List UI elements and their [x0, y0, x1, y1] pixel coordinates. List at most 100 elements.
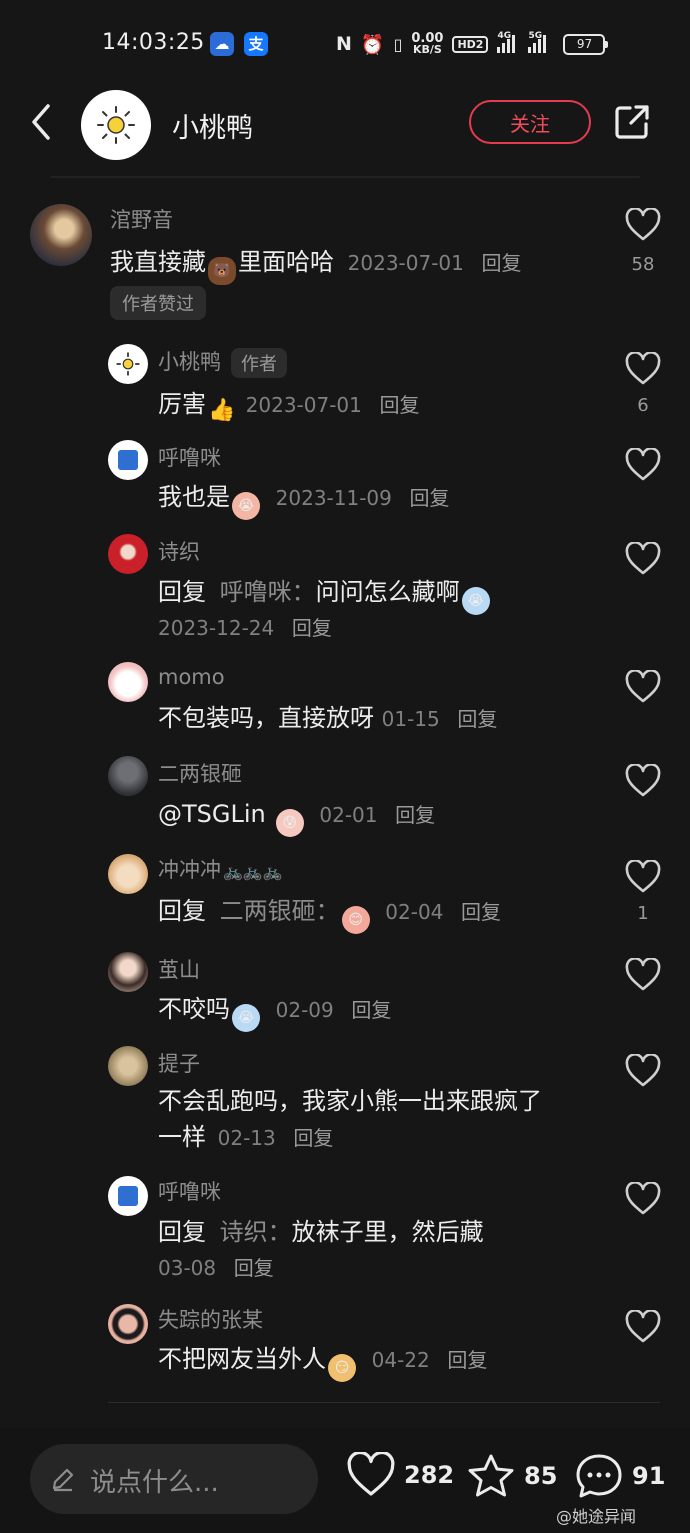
- comment-date: 02-01: [319, 803, 378, 827]
- comment-reply-item: 小桃鸭 作者 厉害 👍 2023-07-01 回复 6: [0, 340, 690, 430]
- heart-icon[interactable]: [625, 670, 661, 704]
- comment-date: 2023-11-09: [275, 486, 392, 510]
- reply-to-name[interactable]: 诗织：: [220, 1218, 292, 1246]
- commenter-name[interactable]: 茧山: [158, 954, 200, 984]
- commenter-name[interactable]: 冲冲冲 🚲🚲🚲: [158, 854, 283, 884]
- blushing-emoji-icon: 😊: [341, 906, 370, 934]
- comment-text-part: 不包装吗，直接放呀: [158, 704, 374, 732]
- comment-text-part: @TSGLin: [158, 800, 266, 828]
- comment-reply-item: 诗织 回复 呼噜咪：问问怎么藏啊 😭 2023-12-24 回复: [0, 530, 690, 650]
- comment-text[interactable]: 不咬吗 😭 02-09 回复: [158, 992, 391, 1032]
- signal-4g-icon: 4G: [497, 31, 519, 53]
- comment-text-line2[interactable]: 一样 02-13 回复: [158, 1120, 333, 1155]
- commenter-name[interactable]: 呼噜咪: [158, 1176, 221, 1206]
- author-name[interactable]: 小桃鸭: [172, 106, 253, 145]
- comment-text[interactable]: 回复 二两银砸： 😊 02-04 回复: [158, 894, 501, 934]
- reply-button[interactable]: 回复: [380, 393, 420, 417]
- reply-button[interactable]: 回复: [293, 1126, 333, 1150]
- status-time: 14:03:25: [102, 30, 205, 55]
- avatar[interactable]: [108, 1304, 148, 1344]
- commenter-name[interactable]: 涫野音: [110, 204, 173, 234]
- comment-input-placeholder: 说点什么...: [90, 1468, 219, 1498]
- comment-reply-item: 冲冲冲 🚲🚲🚲 回复 二两银砸： 😊 02-04 回复 1: [0, 852, 690, 942]
- comment-text[interactable]: 回复 呼噜咪：问问怎么藏啊 😭: [158, 575, 492, 615]
- like-button[interactable]: 282: [346, 1452, 454, 1498]
- comment-meta-line: 2023-12-24 回复: [158, 610, 332, 645]
- comment-reply-item: 二两银砸 @TSGLin 😰 02-01 回复: [0, 754, 690, 844]
- heart-icon[interactable]: [625, 1310, 661, 1344]
- reply-button[interactable]: 回复: [395, 803, 435, 827]
- author-liked-badge: 作者赞过: [110, 286, 206, 320]
- comment-text[interactable]: 不包装吗，直接放呀 01-15 回复: [158, 701, 497, 736]
- follow-button[interactable]: 关注: [469, 100, 591, 144]
- avatar[interactable]: [108, 854, 148, 894]
- share-button[interactable]: [612, 102, 652, 142]
- list-divider: [108, 1402, 660, 1403]
- reply-button[interactable]: 回复: [292, 616, 332, 640]
- commenter-name[interactable]: 二两银砸: [158, 758, 242, 788]
- author-avatar[interactable]: [81, 90, 151, 160]
- reply-button[interactable]: 回复: [461, 900, 501, 924]
- avatar[interactable]: [108, 1176, 148, 1216]
- avatar[interactable]: [108, 952, 148, 992]
- heart-icon[interactable]: [625, 860, 661, 894]
- nfc-icon: N: [336, 33, 352, 55]
- heart-icon[interactable]: [625, 448, 661, 482]
- like-count: 1: [637, 903, 649, 924]
- reply-to-name[interactable]: 二两银砸：: [220, 897, 340, 925]
- battery-icon: 97: [563, 33, 609, 55]
- reply-button[interactable]: 回复: [410, 486, 450, 510]
- comment-input[interactable]: 说点什么...: [30, 1444, 318, 1514]
- comment-text[interactable]: 不会乱跑吗，我家小熊一出来跟疯了: [158, 1084, 542, 1118]
- comment-count-button[interactable]: 91: [574, 1452, 665, 1500]
- comment-text[interactable]: @TSGLin 😰 02-01 回复: [158, 797, 435, 837]
- reply-to-name[interactable]: 呼噜咪：: [220, 578, 316, 606]
- commenter-name[interactable]: momo: [158, 665, 225, 689]
- reply-button[interactable]: 回复: [457, 707, 497, 731]
- commenter-name[interactable]: 呼噜咪: [158, 442, 221, 472]
- avatar[interactable]: [108, 756, 148, 796]
- netspeed-unit: KB/S: [413, 43, 442, 56]
- heart-icon[interactable]: [625, 542, 661, 576]
- avatar[interactable]: [108, 440, 148, 480]
- comment-date: 02-13: [217, 1126, 276, 1150]
- heart-icon[interactable]: [625, 958, 661, 992]
- comment-text[interactable]: 厉害 👍 2023-07-01 回复: [158, 387, 420, 425]
- avatar[interactable]: [108, 1046, 148, 1086]
- status-indicators: N ⏰ ▯ 0.00 KB/S HD2 4G 5G 97: [336, 30, 609, 58]
- comment-reply-item: 呼噜咪 我也是 😭 2023-11-09 回复: [0, 436, 690, 526]
- comment-date: 04-22: [371, 1348, 430, 1372]
- heart-icon[interactable]: [625, 352, 661, 386]
- back-button[interactable]: [24, 100, 64, 144]
- comment-date: 2023-07-01: [347, 251, 464, 275]
- reply-button[interactable]: 回复: [234, 1256, 274, 1280]
- commenter-name[interactable]: 小桃鸭 作者: [158, 346, 287, 378]
- heart-icon[interactable]: [625, 1182, 661, 1216]
- favorite-button[interactable]: 85: [466, 1452, 557, 1500]
- reply-button[interactable]: 回复: [351, 998, 391, 1022]
- commenter-name[interactable]: 诗织: [158, 536, 200, 566]
- heart-icon[interactable]: [625, 208, 661, 242]
- comment-text[interactable]: 回复 诗织：放袜子里，然后藏: [158, 1215, 484, 1249]
- avatar[interactable]: [108, 534, 148, 574]
- heart-icon[interactable]: [625, 764, 661, 798]
- sun-icon: [116, 352, 140, 376]
- comment-text[interactable]: 不把网友当外人 😏 04-22 回复: [158, 1342, 487, 1382]
- avatar[interactable]: [108, 662, 148, 702]
- comment-text[interactable]: 我也是 😭 2023-11-09 回复: [158, 480, 450, 520]
- avatar[interactable]: [30, 204, 92, 266]
- comment-text-part: 不把网友当外人: [158, 1345, 326, 1373]
- reply-button[interactable]: 回复: [447, 1348, 487, 1372]
- comment-bubble-icon: [576, 1454, 622, 1498]
- commenter-name[interactable]: 提子: [158, 1048, 200, 1078]
- comment-reply-item: 茧山 不咬吗 😭 02-09 回复: [0, 950, 690, 1040]
- reply-button[interactable]: 回复: [482, 251, 522, 275]
- comment-text[interactable]: 我直接藏 🐻 里面哈哈 2023-07-01 回复: [110, 245, 522, 285]
- heart-icon[interactable]: [625, 1054, 661, 1088]
- avatar[interactable]: [108, 344, 148, 384]
- comment-text-part: 不咬吗: [158, 995, 230, 1023]
- commenter-name[interactable]: 失踪的张某: [158, 1304, 263, 1334]
- book-icon: [118, 1186, 138, 1206]
- favorite-count: 85: [524, 1462, 558, 1490]
- comment-text-part: 厉害: [158, 390, 206, 418]
